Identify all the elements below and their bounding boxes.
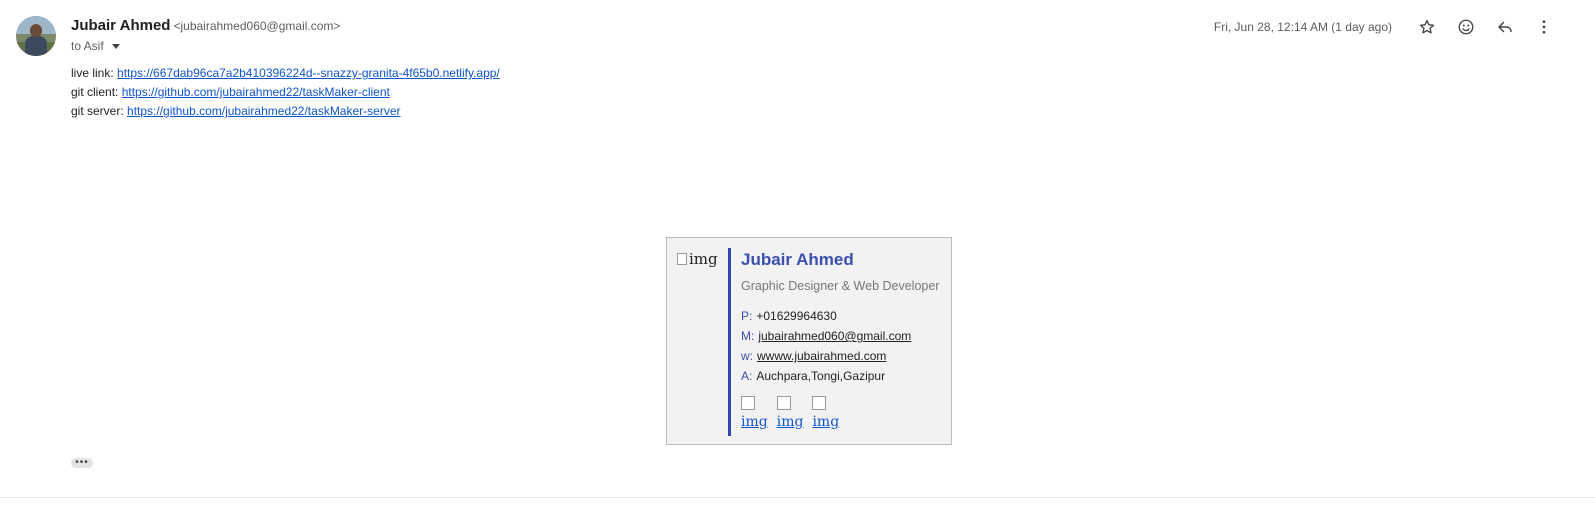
social-link-1[interactable]: img <box>741 396 768 430</box>
emoji-icon[interactable] <box>1446 16 1485 38</box>
broken-image-icon <box>776 396 791 410</box>
body-line-git-client: git client: https://github.com/jubairahm… <box>71 83 500 102</box>
web-key: w: <box>741 349 753 363</box>
signature-photo: img <box>677 250 718 268</box>
mail-link[interactable]: jubairahmed060@gmail.com <box>758 329 911 343</box>
signature-phone: P: +01629964630 <box>741 309 837 323</box>
signature-web: w: wwww.jubairahmed.com <box>741 349 886 363</box>
social-link-3[interactable]: img <box>812 396 839 430</box>
sender-avatar[interactable] <box>16 16 56 56</box>
signature-title: Graphic Designer & Web Developer <box>741 279 940 293</box>
more-vert-icon[interactable] <box>1524 16 1563 38</box>
git-client-link[interactable]: https://github.com/jubairahmed22/taskMak… <box>122 85 390 99</box>
message-body: live link: https://667dab96ca7a2b4103962… <box>71 64 500 121</box>
git-client-label: git client: <box>71 85 119 99</box>
email-signature: img Jubair Ahmed Graphic Designer & Web … <box>666 237 952 445</box>
live-link[interactable]: https://667dab96ca7a2b410396224d--snazzy… <box>117 66 500 80</box>
sender-name[interactable]: Jubair Ahmed <box>71 17 170 34</box>
signature-address: A: Auchpara,Tongi,Gazipur <box>741 369 885 383</box>
star-icon[interactable] <box>1407 16 1446 38</box>
social-alt-1: img <box>741 414 768 430</box>
address-value: Auchpara,Tongi,Gazipur <box>756 369 886 383</box>
avatar-figure-body <box>25 36 47 56</box>
git-server-link[interactable]: https://github.com/jubairahmed22/taskMak… <box>127 104 400 118</box>
live-link-label: live link: <box>71 66 114 80</box>
avatar-figure-head <box>30 24 42 37</box>
recipient-line[interactable]: to Asif <box>71 39 120 53</box>
body-line-git-server: git server: https://github.com/jubairahm… <box>71 102 500 121</box>
sender-email: <jubairahmed060@gmail.com> <box>173 19 341 33</box>
sender-line: Jubair Ahmed <jubairahmed060@gmail.com> <box>71 17 340 34</box>
message-divider <box>0 497 1595 498</box>
phone-value: +01629964630 <box>756 309 837 323</box>
phone-key: P: <box>741 309 753 323</box>
signature-accent-bar <box>728 248 731 436</box>
body-line-live: live link: https://667dab96ca7a2b4103962… <box>71 64 500 83</box>
signature-photo-alt: img <box>689 250 718 268</box>
broken-image-icon <box>677 253 687 265</box>
web-link[interactable]: wwww.jubairahmed.com <box>757 349 886 363</box>
signature-socials: img img img <box>741 396 839 430</box>
signature-mail: M: jubairahmed060@gmail.com <box>741 329 911 343</box>
chevron-down-icon[interactable] <box>111 43 120 49</box>
broken-image-icon <box>741 396 755 410</box>
message-actions <box>1407 16 1563 38</box>
git-server-label: git server: <box>71 104 124 118</box>
mail-key: M: <box>741 329 755 343</box>
signature-name: Jubair Ahmed <box>741 250 854 269</box>
broken-image-icon <box>812 396 827 410</box>
address-key: A: <box>741 369 753 383</box>
show-trimmed-content-button[interactable]: ••• <box>71 458 93 468</box>
social-link-2[interactable]: img <box>776 396 804 430</box>
email-date: Fri, Jun 28, 12:14 AM (1 day ago) <box>1213 20 1392 34</box>
social-alt-3: img <box>812 414 840 430</box>
social-alt-2: img <box>776 414 804 430</box>
reply-icon[interactable] <box>1485 16 1524 38</box>
recipient-label: to Asif <box>71 39 104 53</box>
